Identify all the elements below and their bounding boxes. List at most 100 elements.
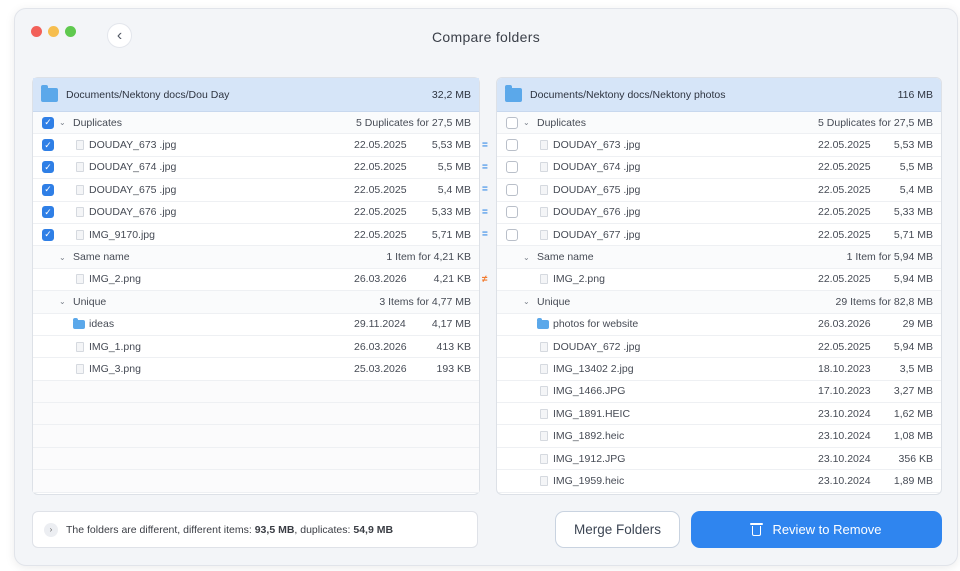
window-title: Compare folders	[432, 29, 540, 45]
file-date: 22.05.2025	[354, 228, 407, 241]
file-row[interactable]: ✓ DOUDAY_673 .jpg 22.05.2025 5,53 MB =	[33, 134, 488, 157]
left-folder-header: Documents/Nektony docs/Dou Day 32,2 MB	[33, 78, 479, 112]
empty-row	[33, 380, 479, 404]
file-date: 23.10.2024	[818, 430, 871, 443]
file-size: 1,08 MB	[893, 430, 933, 443]
file-checkbox[interactable]: ✓	[42, 139, 54, 152]
file-size: 5,71 MB	[431, 228, 471, 241]
file-size: 5,33 MB	[893, 206, 933, 219]
file-row[interactable]: ✓ DOUDAY_675 .jpg 22.05.2025 5,4 MB =	[33, 179, 488, 202]
comparison-summary[interactable]: › The folders are different, different i…	[32, 511, 478, 548]
group-header-duplicates[interactable]: ✓ ⌄ Duplicates 5 Duplicates for 27,5 MB	[33, 112, 479, 135]
file-row[interactable]: IMG_3.png 25.03.2026 193 KB	[33, 358, 479, 381]
equal-mark-icon: =	[482, 184, 488, 196]
file-date: 26.03.2026	[354, 273, 407, 286]
file-name: DOUDAY_673 .jpg	[89, 139, 177, 152]
group-summary: 29 Items for 82,8 MB	[835, 295, 933, 308]
file-row[interactable]: IMG_13402 2.jpg 18.10.2023 3,5 MB	[497, 358, 941, 381]
file-size: 413 KB	[436, 340, 471, 353]
file-row[interactable]: IMG_1466.JPG 17.10.2023 3,27 MB	[497, 381, 941, 404]
file-icon	[540, 162, 548, 173]
file-row[interactable]: IMG_2.png 22.05.2025 5,94 MB	[497, 269, 941, 292]
file-checkbox[interactable]	[506, 228, 518, 241]
group-header-same-name[interactable]: ⌄ Same name 1 Item for 4,21 KB	[33, 246, 479, 269]
review-to-remove-button[interactable]: Review to Remove	[691, 511, 942, 548]
right-folder-path: Documents/Nektony docs/Nektony photos	[530, 88, 726, 101]
file-row[interactable]: IMG_1891.HEIC 23.10.2024 1,62 MB	[497, 403, 941, 426]
file-row[interactable]: IMG_1959.heic 23.10.2024 1,89 MB	[497, 470, 941, 493]
empty-row	[33, 470, 479, 493]
file-date: 29.11.2024	[354, 318, 406, 331]
file-checkbox[interactable]: ✓	[42, 183, 54, 196]
file-icon	[540, 363, 548, 374]
file-size: 4,21 KB	[433, 273, 471, 286]
summary-middle: , duplicates:	[294, 523, 354, 536]
group-header-duplicates[interactable]: ⌄ Duplicates 5 Duplicates for 27,5 MB	[497, 112, 941, 135]
file-checkbox[interactable]	[506, 183, 518, 196]
file-name: IMG_1912.JPG	[553, 452, 626, 465]
file-row[interactable]: DOUDAY_674 .jpg 22.05.2025 5,5 MB	[497, 157, 941, 180]
chevron-down-icon[interactable]: ⌄	[523, 253, 530, 262]
file-name: IMG_13402 2.jpg	[553, 362, 634, 375]
file-name: IMG_9170.jpg	[89, 228, 155, 241]
group-summary: 1 Item for 5,94 MB	[846, 251, 933, 264]
file-row[interactable]: ✓ DOUDAY_676 .jpg 22.05.2025 5,33 MB =	[33, 202, 488, 224]
file-checkbox[interactable]: ✓	[42, 228, 54, 241]
file-row[interactable]: IMG_2.png 26.03.2026 4,21 KB ≠	[33, 269, 488, 292]
file-checkbox[interactable]: ✓	[42, 161, 54, 174]
file-row[interactable]: DOUDAY_675 .jpg 22.05.2025 5,4 MB	[497, 179, 941, 202]
file-checkbox[interactable]	[506, 206, 518, 219]
file-date: 23.10.2024	[818, 452, 871, 465]
chevron-down-icon[interactable]: ⌄	[59, 118, 66, 127]
file-checkbox[interactable]	[506, 139, 518, 152]
file-size: 5,4 MB	[899, 183, 933, 196]
merge-folders-button[interactable]: Merge Folders	[555, 511, 680, 548]
file-name: DOUDAY_672 .jpg	[553, 340, 641, 353]
file-name: DOUDAY_676 .jpg	[553, 206, 641, 219]
file-date: 22.05.2025	[354, 206, 407, 219]
file-row[interactable]: DOUDAY_672 .jpg 22.05.2025 5,94 MB	[497, 336, 941, 359]
file-row[interactable]: IMG_1892.heic 23.10.2024 1,08 MB	[497, 425, 941, 448]
right-file-list: ⌄ Duplicates 5 Duplicates for 27,5 MB DOUDA…	[497, 112, 941, 493]
file-icon	[76, 207, 84, 218]
file-icon	[540, 274, 548, 285]
file-name: DOUDAY_676 .jpg	[89, 206, 177, 219]
file-row[interactable]: ✓ IMG_9170.jpg 22.05.2025 5,71 MB =	[33, 224, 488, 247]
file-row[interactable]: ideas 29.11.2024 4,17 MB	[33, 314, 479, 336]
file-date: 22.05.2025	[818, 206, 871, 219]
file-row[interactable]: photos for website 26.03.2026 29 MB	[497, 314, 941, 336]
group-header-unique[interactable]: ⌄ Unique 3 Items for 4,77 MB	[33, 291, 479, 314]
file-row[interactable]: DOUDAY_676 .jpg 22.05.2025 5,33 MB	[497, 202, 941, 224]
file-date: 22.05.2025	[354, 161, 407, 174]
group-label: Same name	[537, 251, 594, 264]
file-row[interactable]: ✓ DOUDAY_674 .jpg 22.05.2025 5,5 MB =	[33, 157, 488, 180]
review-button-label: Review to Remove	[772, 522, 882, 537]
file-checkbox[interactable]	[506, 161, 518, 174]
file-size: 5,71 MB	[893, 228, 933, 241]
equal-mark-icon: =	[482, 161, 488, 173]
file-checkbox[interactable]: ✓	[42, 206, 54, 219]
group-label: Unique	[73, 295, 107, 308]
file-row[interactable]: DOUDAY_677 .jpg 22.05.2025 5,71 MB	[497, 224, 941, 247]
file-icon	[540, 140, 548, 151]
group-header-unique[interactable]: ⌄ Unique 29 Items for 82,8 MB	[497, 291, 941, 314]
file-icon	[76, 229, 84, 240]
chevron-down-icon[interactable]: ⌄	[59, 253, 66, 262]
file-size: 5,94 MB	[893, 273, 933, 286]
compare-window: ‹ Compare folders Documents/Nektony docs…	[14, 8, 958, 566]
file-row[interactable]: DOUDAY_673 .jpg 22.05.2025 5,53 MB	[497, 134, 941, 157]
file-icon	[540, 453, 548, 464]
file-row[interactable]: IMG_1912.JPG 23.10.2024 356 KB	[497, 448, 941, 471]
file-date: 22.05.2025	[818, 340, 871, 353]
chevron-down-icon[interactable]: ⌄	[523, 118, 530, 127]
group-checkbox[interactable]	[506, 116, 518, 129]
chevron-down-icon[interactable]: ⌄	[523, 297, 530, 306]
file-icon	[76, 341, 84, 352]
group-header-same-name[interactable]: ⌄ Same name 1 Item for 5,94 MB	[497, 246, 941, 269]
left-folder-size: 32,2 MB	[431, 88, 471, 101]
left-file-list: ✓ ⌄ Duplicates 5 Duplicates for 27,5 MB ✓ DOU…	[33, 112, 488, 493]
chevron-down-icon[interactable]: ⌄	[59, 297, 66, 306]
file-icon	[540, 386, 548, 397]
group-checkbox[interactable]: ✓	[42, 116, 54, 129]
file-row[interactable]: IMG_1.png 26.03.2026 413 KB	[33, 336, 479, 359]
